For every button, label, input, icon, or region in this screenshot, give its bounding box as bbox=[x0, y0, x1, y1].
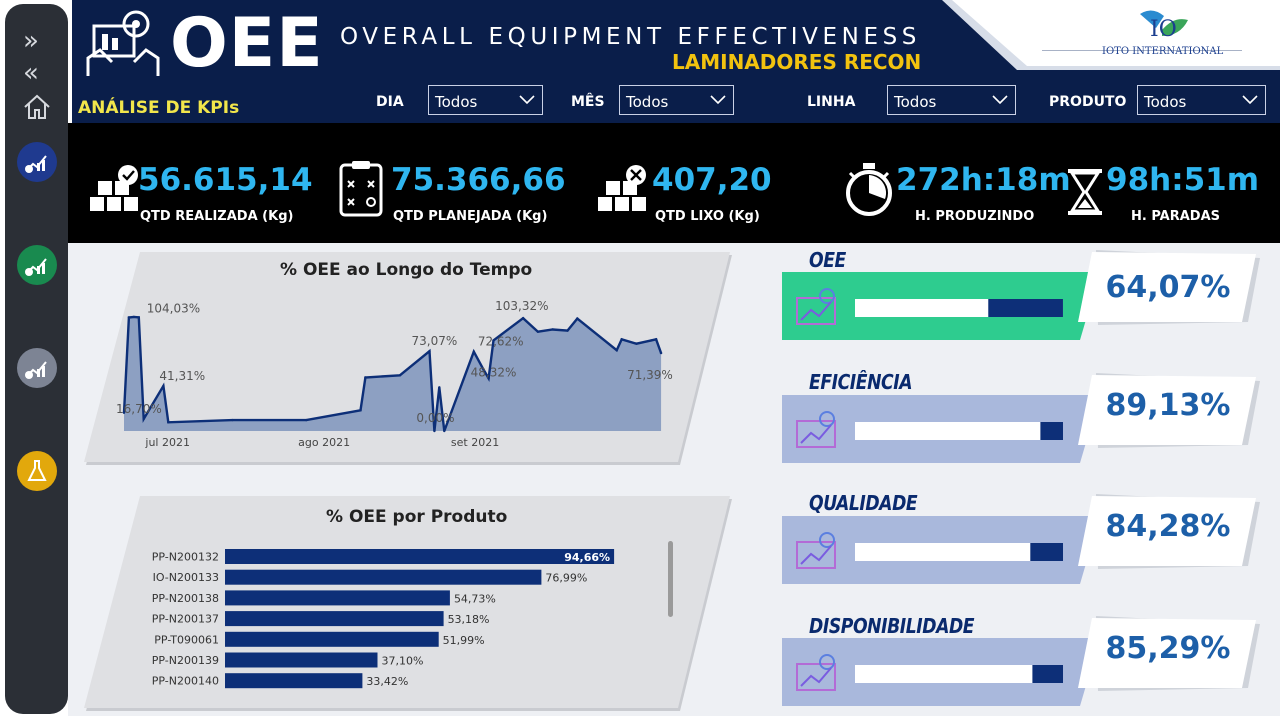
metric-progress-remainder bbox=[1030, 543, 1064, 561]
metric-eficiencia-value: 89,13% bbox=[1105, 388, 1231, 423]
metric-cards bbox=[782, 250, 1260, 706]
metric-progress-remainder bbox=[988, 299, 1063, 317]
metric-progress-track bbox=[855, 665, 1063, 683]
metric-oee-value: 64,07% bbox=[1105, 270, 1231, 305]
metric-eficiencia-title: EFICIÊNCIA bbox=[809, 370, 913, 394]
metric-qualidade-title: QUALIDADE bbox=[809, 491, 918, 515]
metric-qualidade-value: 84,28% bbox=[1105, 509, 1231, 544]
metric-disponibilidade-value: 85,29% bbox=[1105, 631, 1231, 666]
metric-disponibilidade-title: DISPONIBILIDADE bbox=[809, 614, 975, 638]
metric-progress-remainder bbox=[1040, 422, 1063, 440]
metric-oee-title: OEE bbox=[809, 248, 846, 272]
metric-progress-remainder bbox=[1032, 665, 1064, 683]
metric-progress-track bbox=[855, 422, 1063, 440]
